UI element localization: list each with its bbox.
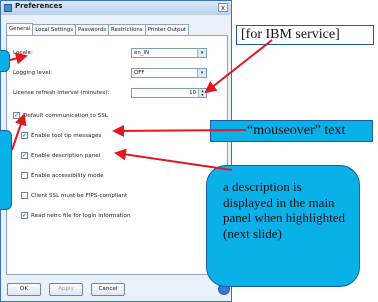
arrow-to-tooltips bbox=[112, 124, 247, 137]
arrow-to-ssl bbox=[11, 113, 27, 151]
arrow-to-description bbox=[114, 148, 233, 171]
arrows-layer bbox=[9, 39, 273, 171]
arrow-to-logging bbox=[204, 39, 273, 94]
arrow-to-locale bbox=[9, 52, 28, 65]
